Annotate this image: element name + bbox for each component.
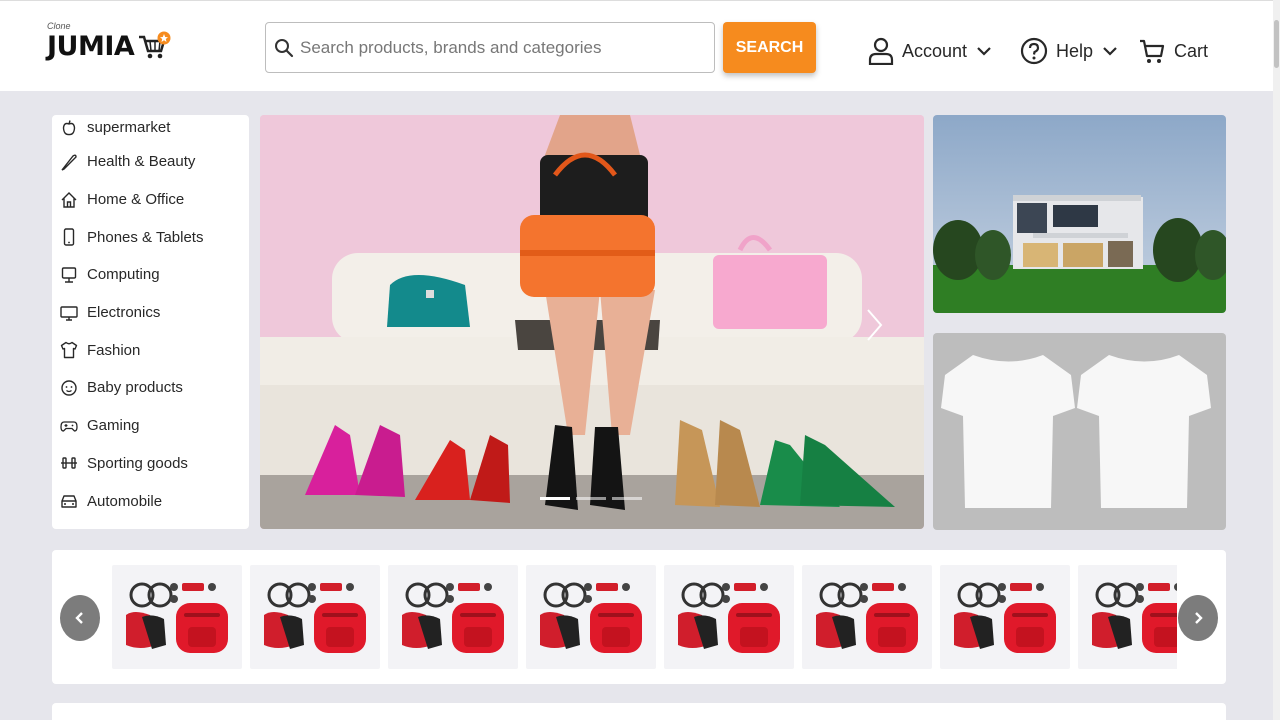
logo-text: JUMIA xyxy=(47,31,135,62)
hero-carousel[interactable] xyxy=(260,115,924,529)
chevron-left-icon xyxy=(75,612,83,624)
gamepad-icon xyxy=(60,421,78,432)
sidebar-item-phones-tablets[interactable]: Phones & Tablets xyxy=(52,218,249,256)
computer-icon xyxy=(61,267,77,283)
monitor-icon xyxy=(60,305,78,321)
sidebar-item-health-beauty[interactable]: Health & Beauty xyxy=(52,143,249,181)
product-strip-list xyxy=(112,565,1177,669)
sidebar-item-home-office[interactable]: Home & Office xyxy=(52,181,249,219)
product-thumbnail[interactable] xyxy=(802,565,932,669)
product-thumbnail[interactable] xyxy=(388,565,518,669)
help-icon xyxy=(1020,37,1048,65)
sidebar-item-label: Phones & Tablets xyxy=(87,228,204,246)
carousel-dots xyxy=(540,497,642,500)
sidebar-item-computing[interactable]: Computing xyxy=(52,256,249,294)
product-thumbnail[interactable] xyxy=(112,565,242,669)
cart-logo-icon xyxy=(139,31,171,59)
help-menu[interactable]: Help xyxy=(1020,31,1119,71)
strip-prev-button[interactable] xyxy=(60,595,100,641)
chevron-down-icon xyxy=(1103,47,1117,56)
baby-icon xyxy=(61,380,77,396)
product-thumbnail[interactable] xyxy=(526,565,656,669)
apple-icon xyxy=(62,120,76,136)
sidebar-item-label: Gaming xyxy=(87,417,140,435)
sidebar-item-sporting-goods[interactable]: Sporting goods xyxy=(52,445,249,483)
sidebar-item-label: Automobile xyxy=(87,492,163,510)
sidebar-item-label: Home & Office xyxy=(87,191,185,209)
search-field[interactable] xyxy=(265,22,715,73)
sidebar-item-automobile[interactable]: Automobile xyxy=(52,482,249,520)
car-icon xyxy=(61,495,77,508)
search-icon xyxy=(275,38,294,57)
scrollbar-track[interactable] xyxy=(1273,0,1280,720)
brush-icon xyxy=(61,154,77,171)
product-thumbnail[interactable] xyxy=(1078,565,1177,669)
cart-label: Cart xyxy=(1174,40,1209,61)
dumbbell-icon xyxy=(61,457,77,470)
chevron-right-icon[interactable] xyxy=(862,305,886,345)
help-label: Help xyxy=(1056,40,1094,61)
user-icon xyxy=(868,37,894,65)
next-section-card xyxy=(52,703,1226,720)
account-label: Account xyxy=(902,40,968,61)
product-strip xyxy=(52,550,1226,684)
product-thumbnail[interactable] xyxy=(664,565,794,669)
sidebar-item-label: supermarket xyxy=(87,119,171,136)
product-thumbnail[interactable] xyxy=(250,565,380,669)
sidebar-item-label: Health & Beauty xyxy=(87,153,196,171)
sidebar-item-label: Electronics xyxy=(87,304,161,322)
top-header: Clone JUMIA SEARCH Account xyxy=(0,0,1280,91)
category-sidebar: supermarket Health & Beauty Home & Offic… xyxy=(52,115,249,529)
product-thumbnail[interactable] xyxy=(940,565,1070,669)
sidebar-item-label: Computing xyxy=(87,266,160,284)
sidebar-item-supermarket[interactable]: supermarket xyxy=(52,115,249,143)
phone-icon xyxy=(63,228,75,246)
sidebar-item-gaming[interactable]: Gaming xyxy=(52,407,249,445)
home-icon xyxy=(61,191,77,208)
carousel-dot[interactable] xyxy=(576,497,606,500)
account-menu[interactable]: Account xyxy=(868,31,993,71)
carousel-dot[interactable] xyxy=(540,497,570,500)
carousel-dot[interactable] xyxy=(612,497,642,500)
search-button[interactable]: SEARCH xyxy=(723,22,816,73)
sidebar-item-fashion[interactable]: Fashion xyxy=(52,331,249,369)
cart-link[interactable]: Cart xyxy=(1138,31,1208,71)
strip-next-button[interactable] xyxy=(1178,595,1218,641)
sidebar-item-label: Fashion xyxy=(87,341,141,359)
house-banner-image xyxy=(933,115,1226,313)
sidebar-item-electronics[interactable]: Electronics xyxy=(52,294,249,332)
sidebar-item-label: Sporting goods xyxy=(87,454,188,472)
tshirt-banner[interactable] xyxy=(933,333,1226,530)
chevron-right-icon xyxy=(1195,612,1203,624)
logo-tag: Clone xyxy=(47,21,71,31)
sidebar-item-label: Baby products xyxy=(87,379,183,397)
shirt-icon xyxy=(60,342,78,359)
scrollbar-thumb[interactable] xyxy=(1274,20,1279,68)
hero-banner-image xyxy=(260,115,924,529)
jumia-logo[interactable]: Clone JUMIA xyxy=(47,21,172,65)
search-input[interactable] xyxy=(300,37,700,58)
chevron-down-icon xyxy=(977,47,991,56)
house-banner[interactable] xyxy=(933,115,1226,313)
tshirt-banner-image xyxy=(933,333,1226,530)
cart-icon xyxy=(1140,39,1165,63)
sidebar-item-baby-products[interactable]: Baby products xyxy=(52,369,249,407)
